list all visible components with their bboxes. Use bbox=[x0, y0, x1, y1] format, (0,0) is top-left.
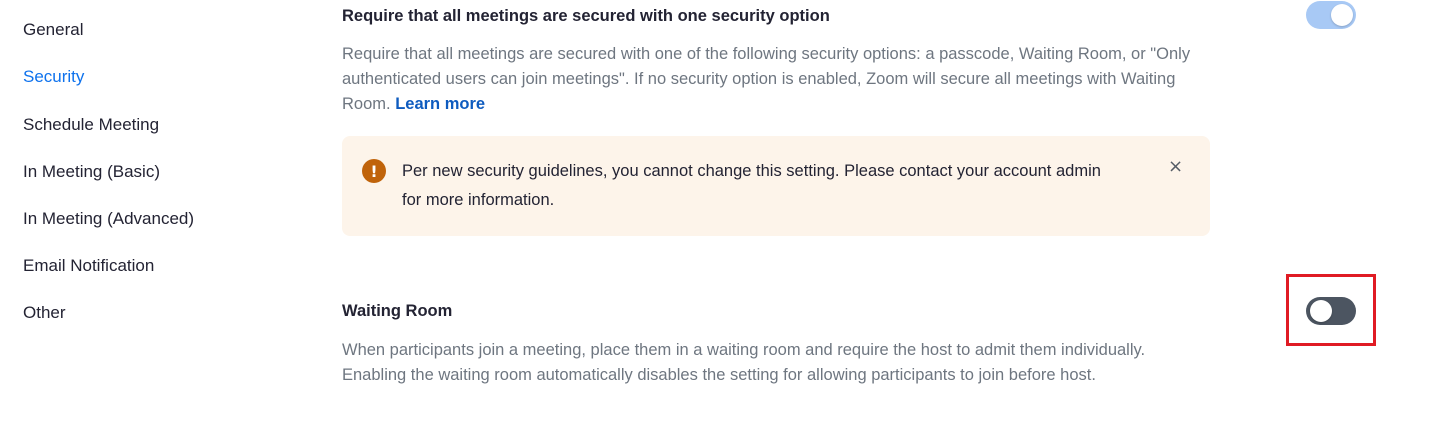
highlight-box bbox=[1286, 274, 1376, 346]
security-notice: ! Per new security guidelines, you canno… bbox=[342, 136, 1210, 236]
sidebar-item-schedule-meeting[interactable]: Schedule Meeting bbox=[23, 115, 159, 135]
require-security-description: Require that all meetings are secured wi… bbox=[342, 42, 1192, 117]
notice-text: Per new security guidelines, you cannot … bbox=[402, 162, 1101, 209]
settings-page: General Security Schedule Meeting In Mee… bbox=[0, 0, 1440, 422]
sidebar-item-email-notification[interactable]: Email Notification bbox=[23, 256, 154, 276]
sidebar-item-general[interactable]: General bbox=[23, 20, 83, 40]
waiting-room-description: When participants join a meeting, place … bbox=[342, 341, 1146, 384]
toggle-knob bbox=[1331, 4, 1353, 26]
sidebar-item-security[interactable]: Security bbox=[23, 67, 84, 87]
sidebar-item-in-meeting-basic[interactable]: In Meeting (Basic) bbox=[23, 162, 160, 182]
sidebar-item-in-meeting-advanced[interactable]: In Meeting (Advanced) bbox=[23, 209, 194, 229]
settings-sidebar: General Security Schedule Meeting In Mee… bbox=[0, 0, 300, 422]
require-security-toggle[interactable] bbox=[1306, 1, 1356, 29]
waiting-room-title: Waiting Room bbox=[342, 302, 453, 320]
sidebar-item-other[interactable]: Other bbox=[23, 303, 66, 323]
exclamation-icon: ! bbox=[362, 159, 386, 183]
learn-more-link[interactable]: Learn more bbox=[395, 95, 485, 113]
settings-main: Require that all meetings are secured wi… bbox=[342, 0, 1440, 422]
close-icon[interactable]: × bbox=[1168, 156, 1183, 177]
require-security-title: Require that all meetings are secured wi… bbox=[342, 7, 830, 25]
